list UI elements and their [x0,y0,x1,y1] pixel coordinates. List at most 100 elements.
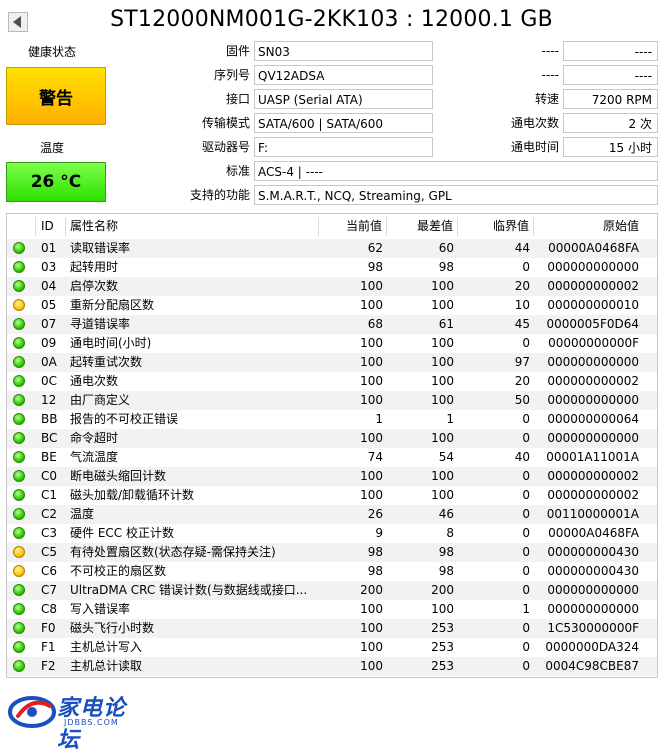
worst-column-header[interactable]: 最差值 [388,217,458,236]
attribute-id: 09 [41,336,57,350]
table-row[interactable]: BB 报告的不可校正错误 1 1 0 000000000064 [7,410,657,429]
table-row[interactable]: 01 读取错误率 62 60 44 00000A0468FA [7,239,657,258]
attribute-threshold: 1 [522,602,530,616]
attribute-name: 有待处置扇区数(状态存疑-需保持关注) [70,545,276,559]
attribute-id: C8 [41,602,58,616]
attribute-id: C6 [41,564,58,578]
status-good-icon [13,242,25,254]
threshold-column-header[interactable]: 临界值 [459,217,534,236]
attribute-current: 100 [360,336,383,350]
attribute-current: 100 [360,640,383,654]
attribute-raw: 0000000DA324 [545,640,639,654]
table-row[interactable]: C6 不可校正的扇区数 98 98 0 000000000430 [7,562,657,581]
attribute-raw: 000000000000 [547,431,639,445]
status-caution-icon [13,546,25,558]
attribute-name: 起转重试次数 [70,355,143,369]
attribute-raw: 000000000002 [547,374,639,388]
status-good-icon [13,470,25,482]
attribute-worst: 98 [438,545,454,559]
table-row[interactable]: 12 由厂商定义 100 100 50 000000000000 [7,391,657,410]
table-row[interactable]: 0C 通电次数 100 100 20 000000000002 [7,372,657,391]
attribute-current: 98 [367,545,383,559]
status-good-icon [13,489,25,501]
features-value: S.M.A.R.T., NCQ, Streaming, GPL [254,185,658,205]
attribute-threshold: 97 [514,355,530,369]
current-column-header[interactable]: 当前值 [320,217,387,236]
rotation-rate-value: 7200 RPM [563,89,658,109]
attribute-threshold: 0 [522,488,530,502]
table-row[interactable]: C2 温度 26 46 0 00110000001A [7,505,657,524]
attribute-raw: 000000000000 [547,393,639,407]
status-good-icon [13,413,25,425]
status-good-icon [13,432,25,444]
attribute-name: 通电次数 [70,374,119,388]
table-row[interactable]: BC 命令超时 100 100 0 000000000000 [7,429,657,448]
status-good-icon [13,451,25,463]
attribute-worst: 100 [431,469,454,483]
attribute-worst: 253 [431,640,454,654]
health-status-badge[interactable]: 警告 [6,67,106,125]
table-row[interactable]: C8 写入错误率 100 100 1 000000000000 [7,600,657,619]
attribute-name: 磁头加载/卸载循环计数 [70,488,195,502]
attribute-id: F2 [41,659,56,673]
attribute-id: F1 [41,640,56,654]
interface-label: 接口 [225,92,250,106]
table-row[interactable]: 03 起转用时 98 98 0 000000000000 [7,258,657,277]
attribute-threshold: 45 [514,317,530,331]
attribute-raw: 000000000002 [547,279,639,293]
attribute-worst: 100 [431,355,454,369]
id-column-header[interactable]: ID [36,217,66,236]
table-row[interactable]: 05 重新分配扇区数 100 100 10 000000000010 [7,296,657,315]
attribute-threshold: 0 [522,507,530,521]
attribute-threshold: 0 [522,621,530,635]
smart-attributes-table[interactable]: ID 属性名称 当前值 最差值 临界值 原始值 01 读取错误率 62 60 44 000… [6,213,658,678]
attribute-current: 62 [367,241,383,255]
attribute-threshold: 0 [522,260,530,274]
serial-label: 序列号 [213,68,250,82]
table-row[interactable]: F1 主机总计写入 100 253 0 0000000DA324 [7,638,657,657]
attribute-current: 98 [367,564,383,578]
attribute-worst: 61 [438,317,454,331]
table-row[interactable]: 07 寻道错误率 68 61 45 0000005F0D64 [7,315,657,334]
attribute-current: 74 [367,450,383,464]
name-column-header[interactable]: 属性名称 [67,217,319,236]
attribute-name: 不可校正的扇区数 [70,564,167,578]
table-row[interactable]: 04 启停次数 100 100 20 000000000002 [7,277,657,296]
table-row[interactable]: C7 UltraDMA CRC 错误计数(与数据线或接口... 200 200 0 000… [7,581,657,600]
rotation-rate-label: 转速 [534,92,559,106]
attribute-id: 03 [41,260,57,274]
table-row[interactable]: 09 通电时间(小时) 100 100 0 00000000000F [7,334,657,353]
transfer-mode-label: 传输模式 [201,116,250,130]
serial-value: QV12ADSA [254,65,433,85]
table-row[interactable]: C1 磁头加载/卸载循环计数 100 100 0 000000000002 [7,486,657,505]
table-row[interactable]: F2 主机总计读取 100 253 0 0004C98CBE87 [7,657,657,676]
table-row[interactable]: C5 有待处置扇区数(状态存疑-需保持关注) 98 98 0 000000000430 [7,543,657,562]
attribute-worst: 100 [431,602,454,616]
attribute-raw: 000000000000 [547,583,639,597]
temperature-badge[interactable]: 26 °C [6,162,106,202]
attribute-current: 9 [375,526,383,540]
status-good-icon [13,641,25,653]
attribute-id: C1 [41,488,58,502]
attribute-threshold: 10 [514,298,530,312]
table-row[interactable]: 0A 起转重试次数 100 100 97 000000000000 [7,353,657,372]
table-row[interactable]: C0 断电磁头缩回计数 100 100 0 000000000002 [7,467,657,486]
attribute-threshold: 0 [522,431,530,445]
attribute-id: 0C [41,374,58,388]
table-header-row: ID 属性名称 当前值 最差值 临界值 原始值 [7,217,657,236]
attribute-raw: 000000000000 [547,602,639,616]
table-row[interactable]: BE 气流温度 74 54 40 00001A11001A [7,448,657,467]
attribute-raw: 0004C98CBE87 [545,659,639,673]
table-row[interactable]: F0 磁头飞行小时数 100 253 0 1C530000000F [7,619,657,638]
attribute-name: 报告的不可校正错误 [70,412,179,426]
table-row[interactable]: C3 硬件 ECC 校正计数 9 8 0 00000A0468FA [7,524,657,543]
drive-letter-label: 驱动器号 [201,140,250,154]
attribute-raw: 000000000064 [547,412,639,426]
attribute-current: 100 [360,355,383,369]
interface-value: UASP (Serial ATA) [254,89,433,109]
status-good-icon [13,261,25,273]
disk-title: ST12000NM001G-2KK103 : 12000.1 GB [110,7,553,32]
forum-logo: 家电论坛 JDBBS.COM [8,690,138,753]
attribute-worst: 253 [431,621,454,635]
raw-column-header[interactable]: 原始值 [535,217,641,236]
